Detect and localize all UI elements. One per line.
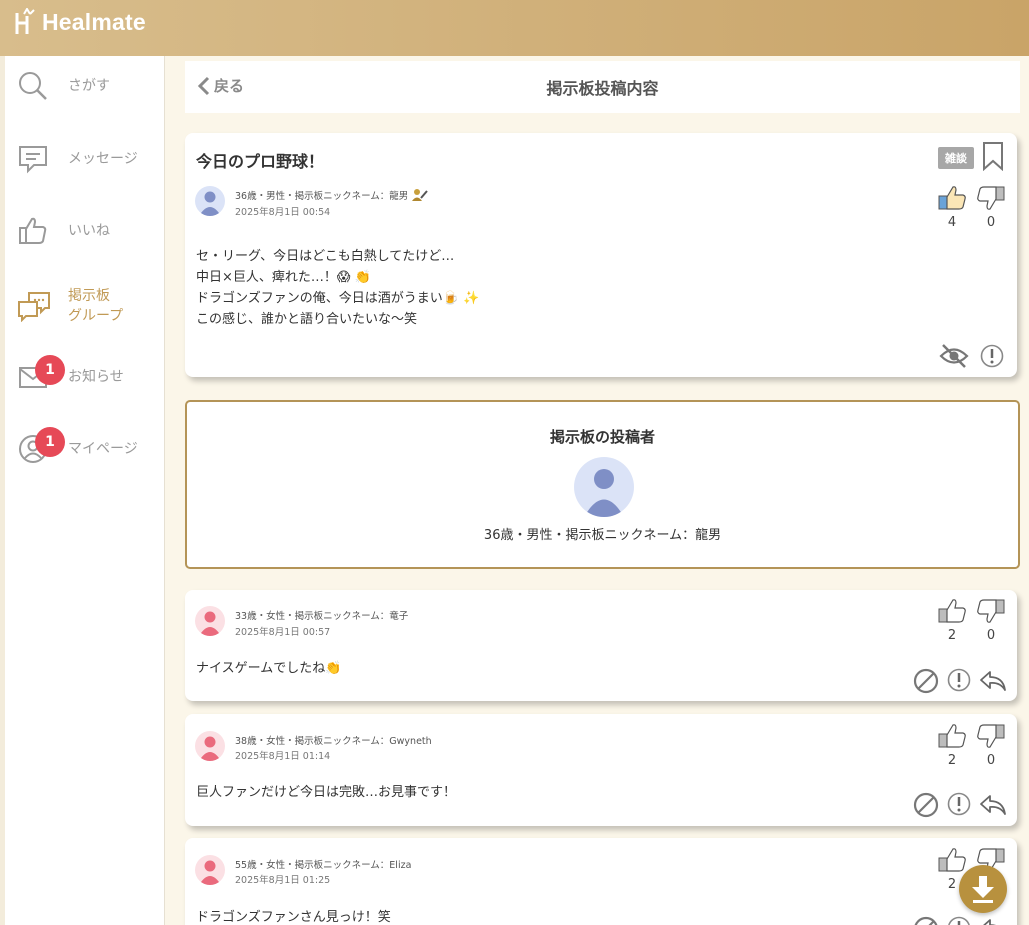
search-icon [17,70,49,102]
post-body-line: 中日×巨人、痺れた…！😱 👏 [196,270,371,285]
author-name: 36歳・男性・掲示板ニックネーム：龍男 [483,528,722,543]
hide-icon[interactable] [939,343,969,373]
sidebar: さがす メッセージ いいね 掲示板 グループ 1 お知らせ 1 マイページ [0,56,165,925]
post-body-line: ドラゴンズファンの俺、今日は酒がうまい🍺 ✨ [196,291,480,306]
thumbs-up-icon [938,599,966,623]
download-arrow-icon [972,876,994,903]
thumbs-down-icon [977,186,1005,210]
post-date: 2025年8月1日 00:54 [235,207,331,218]
like-button[interactable]: 4 [936,185,968,231]
notification-badge: 1 [35,355,65,385]
sidebar-item-messages[interactable]: メッセージ [17,143,167,175]
author-avatar[interactable] [574,457,634,517]
app-logo[interactable]: Healmate [14,8,146,36]
top-bar: Healmate [0,0,1029,56]
comment-text: ナイスゲームでしたね👏 [196,661,342,676]
app-name: Healmate [42,8,146,35]
sidebar-item-mypage[interactable]: 1 マイページ [17,427,167,465]
like-button[interactable]: 2 [936,723,968,769]
report-icon[interactable] [947,792,971,820]
like-count: 2 [947,628,957,643]
sidebar-item-notifications[interactable]: 1 お知らせ [17,355,167,393]
dislike-button[interactable]: 0 [975,723,1007,769]
sidebar-item-label: いいね [68,223,110,239]
block-icon[interactable] [913,792,939,822]
thumbs-up-icon [938,848,966,872]
thumbs-down-icon [977,724,1005,748]
dislike-count: 0 [986,628,996,643]
comment-card: 55歳・女性・掲示板ニックネーム：Eliza 2025年8月1日 01:25 ド… [185,838,1017,925]
category-tag: 雑談 [938,147,974,169]
sidebar-item-search[interactable]: さがす [17,70,167,102]
sidebar-item-label: 掲示板 グループ [68,286,123,326]
mypage-badge: 1 [35,427,65,457]
sidebar-item-likes[interactable]: いいね [17,215,167,247]
scroll-down-button[interactable] [959,865,1007,913]
thumbs-down-icon [977,599,1005,623]
sidebar-item-label: さがす [68,78,110,94]
sidebar-item-label-line1: 掲示板 [68,288,110,304]
bookmark-icon[interactable] [982,141,1004,175]
thumbs-up-icon [17,215,49,247]
report-icon[interactable] [980,344,1004,372]
user-circle-icon: 1 [17,427,65,465]
message-icon [17,143,49,175]
avatar[interactable] [195,606,225,636]
comment-date: 2025年8月1日 01:14 [235,751,331,762]
post-author-box: 掲示板の投稿者 36歳・男性・掲示板ニックネーム：龍男 [185,400,1020,569]
comment-author-meta: 55歳・女性・掲示板ニックネーム：Eliza [235,860,412,871]
dislike-count: 0 [986,753,996,768]
thumbs-up-icon [938,186,966,210]
block-icon[interactable] [913,916,939,925]
comment-author-meta: 38歳・女性・掲示板ニックネーム：Gwyneth [235,736,432,747]
sidebar-item-label-line2: グループ [68,308,124,324]
board-chat-icon [17,290,50,323]
thumbs-up-icon [938,724,966,748]
page-title: 掲示板投稿内容 [546,79,659,98]
author-box-title: 掲示板の投稿者 [549,428,655,446]
dislike-button[interactable]: 0 [975,185,1007,231]
avatar[interactable] [195,731,225,761]
comment-author-meta: 33歳・女性・掲示板ニックネーム：竜子 [235,611,409,622]
report-icon[interactable] [947,916,971,925]
sidebar-item-label: マイページ [68,441,138,457]
comment-text: ドラゴンズファンさん見っけ！笑 [196,910,391,925]
post-body: セ・リーグ、今日はどこも白熱してたけど… 中日×巨人、痺れた…！😱 👏 ドラゴン… [196,246,479,330]
reply-icon[interactable] [979,918,1007,925]
reply-icon[interactable] [979,670,1007,696]
dislike-button[interactable]: 0 [975,598,1007,644]
comment-card: 38歳・女性・掲示板ニックネーム：Gwyneth 2025年8月1日 01:14… [185,714,1017,826]
mail-icon: 1 [17,355,65,393]
sidebar-item-board-group[interactable]: 掲示板 グループ [17,286,167,326]
sidebar-item-label: お知らせ [68,369,124,385]
like-count: 2 [947,753,957,768]
post-card: 今日のプロ野球！ 雑談 36歳・男性・掲示板ニックネーム：龍男 2025年8月1… [185,133,1017,377]
healmate-logo-icon [15,8,35,34]
post-author-meta-text: 36歳・男性・掲示板ニックネーム：龍男 [235,191,409,202]
like-button[interactable]: 2 [936,598,968,644]
post-body-line: セ・リーグ、今日はどこも白熱してたけど… [196,249,455,264]
avatar[interactable] [195,186,225,216]
like-count: 4 [947,215,957,230]
reply-icon[interactable] [979,794,1007,820]
post-title: 今日のプロ野球！ [196,152,325,171]
post-author-meta: 36歳・男性・掲示板ニックネーム：龍男 [235,188,429,202]
dislike-count: 0 [986,215,996,230]
comment-card: 33歳・女性・掲示板ニックネーム：竜子 2025年8月1日 00:57 ナイスゲ… [185,590,1017,701]
avatar[interactable] [195,855,225,885]
page-header: 戻る 掲示板投稿内容 [185,61,1020,113]
writing-hand-icon [412,189,429,201]
comment-date: 2025年8月1日 01:25 [235,875,331,886]
post-body-line: この感じ、誰かと語り合いたいな〜笑 [196,312,418,327]
block-icon[interactable] [913,668,939,698]
sidebar-item-label: メッセージ [68,151,138,167]
report-icon[interactable] [947,668,971,696]
comment-text: 巨人ファンだけど今日は完敗…お見事です！ [196,785,457,800]
comment-date: 2025年8月1日 00:57 [235,627,331,638]
